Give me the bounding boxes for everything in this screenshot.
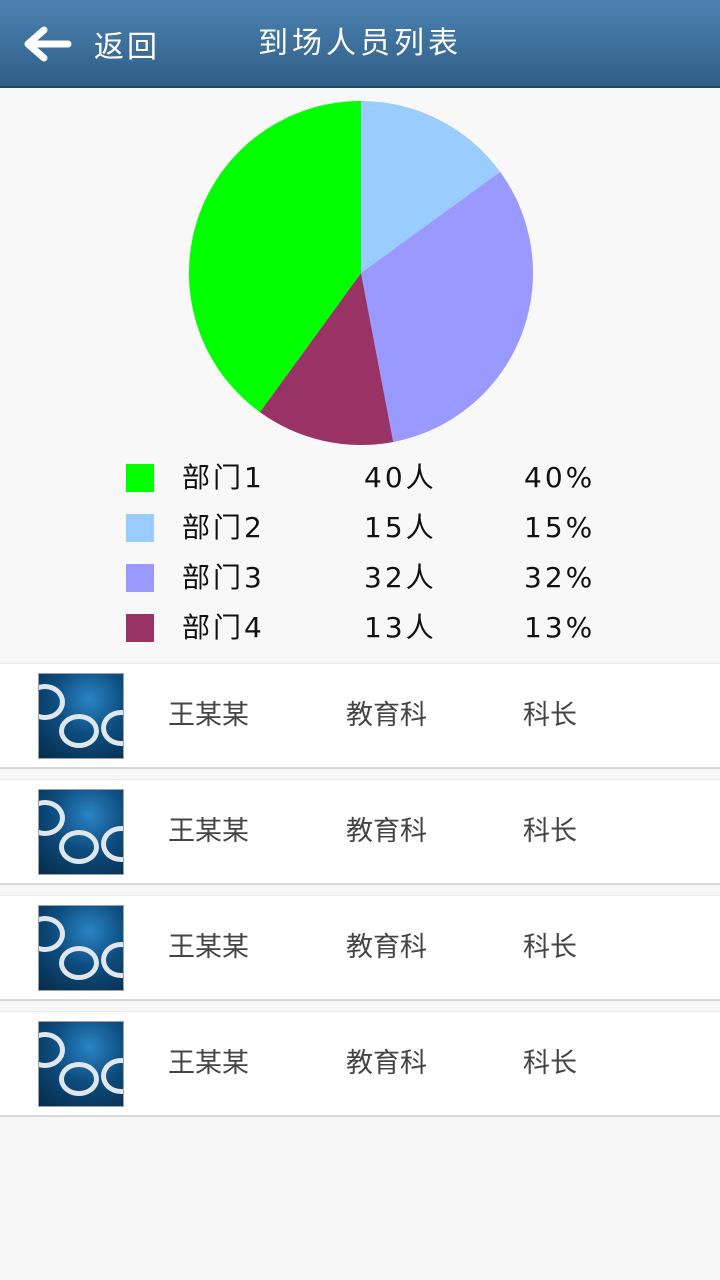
avatar-ring — [101, 942, 123, 978]
legend-swatch — [126, 464, 154, 492]
header-bar: 返回 到场人员列表 — [0, 0, 720, 88]
department-pie-chart — [189, 101, 533, 445]
legend-row-dept2: 部门2 15人 15% — [126, 508, 646, 558]
legend-label: 部门2 — [182, 511, 265, 544]
avatar-ring — [59, 714, 99, 748]
avatar-ring — [59, 1062, 99, 1096]
avatar — [38, 673, 124, 759]
avatar-ring — [39, 1032, 65, 1068]
person-department: 教育科 — [346, 932, 427, 963]
chart-legend: 部门1 40人 40% 部门2 15人 15% 部门3 32人 32% 部门4 … — [126, 458, 646, 658]
avatar-ring — [39, 916, 65, 952]
avatar — [38, 905, 124, 991]
legend-count: 40人 — [364, 461, 437, 494]
legend-label: 部门1 — [182, 461, 265, 494]
list-item[interactable]: 王某某 教育科 科长 — [0, 663, 720, 769]
person-department: 教育科 — [346, 700, 427, 731]
list-item[interactable]: 王某某 教育科 科长 — [0, 895, 720, 1001]
avatar-ring — [59, 830, 99, 864]
legend-percent: 40% — [524, 461, 596, 494]
person-title: 科长 — [523, 816, 577, 847]
person-title: 科长 — [523, 932, 577, 963]
list-item[interactable]: 王某某 教育科 科长 — [0, 1011, 720, 1117]
avatar-ring — [101, 1058, 123, 1094]
legend-row-dept3: 部门3 32人 32% — [126, 558, 646, 608]
legend-swatch — [126, 614, 154, 642]
legend-swatch — [126, 564, 154, 592]
legend-count: 32人 — [364, 561, 437, 594]
avatar — [38, 1021, 124, 1107]
avatar-ring — [101, 826, 123, 862]
chart-section: 部门1 40人 40% 部门2 15人 15% 部门3 32人 32% 部门4 … — [0, 88, 720, 662]
list-item[interactable]: 王某某 教育科 科长 — [0, 779, 720, 885]
legend-count: 15人 — [364, 511, 437, 544]
back-label: 返回 — [94, 30, 160, 65]
legend-row-dept1: 部门1 40人 40% — [126, 458, 646, 508]
legend-percent: 15% — [524, 511, 596, 544]
back-button[interactable]: 返回 — [22, 22, 160, 66]
avatar-ring — [59, 946, 99, 980]
legend-percent: 32% — [524, 561, 596, 594]
person-name: 王某某 — [168, 1048, 249, 1079]
legend-count: 13人 — [364, 611, 437, 644]
avatar-ring — [101, 710, 123, 746]
person-department: 教育科 — [346, 1048, 427, 1079]
avatar — [38, 789, 124, 875]
person-title: 科长 — [523, 700, 577, 731]
avatar-ring — [39, 800, 65, 836]
legend-percent: 13% — [524, 611, 596, 644]
legend-row-dept4: 部门4 13人 13% — [126, 608, 646, 658]
legend-label: 部门3 — [182, 561, 265, 594]
person-name: 王某某 — [168, 816, 249, 847]
person-title: 科长 — [523, 1048, 577, 1079]
legend-label: 部门4 — [182, 611, 265, 644]
person-name: 王某某 — [168, 932, 249, 963]
avatar-ring — [39, 684, 65, 720]
person-name: 王某某 — [168, 700, 249, 731]
legend-swatch — [126, 514, 154, 542]
person-department: 教育科 — [346, 816, 427, 847]
back-arrow-icon — [24, 26, 72, 62]
